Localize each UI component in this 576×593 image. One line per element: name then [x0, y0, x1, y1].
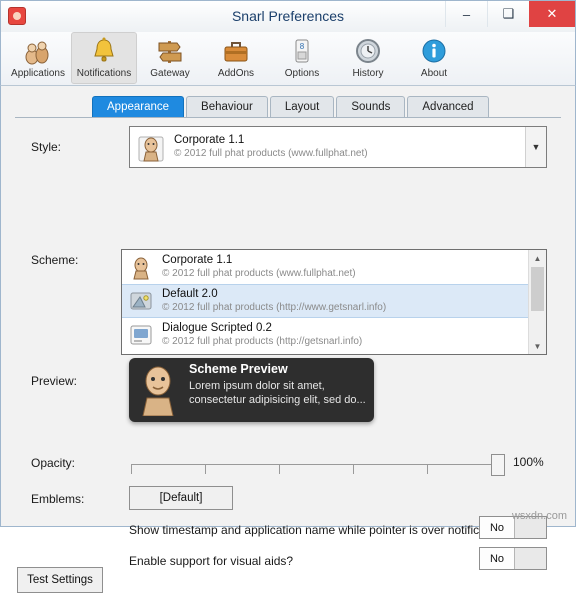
- emblems-label: Emblems:: [31, 492, 85, 506]
- dropdown-item-detail: © 2012 full phat products (http://www.ge…: [162, 302, 387, 313]
- preferences-body: Appearance Behaviour Layout Sounds Advan…: [0, 86, 576, 593]
- tab-strip: Appearance Behaviour Layout Sounds Advan…: [15, 96, 561, 118]
- scheme-label: Scheme:: [31, 253, 79, 267]
- dropdown-item-detail: © 2012 full phat products (http://getsna…: [162, 336, 363, 347]
- preview-title: Scheme Preview: [189, 362, 288, 376]
- toolbar-item-applications[interactable]: Applications: [5, 32, 71, 84]
- tab-sounds[interactable]: Sounds: [336, 96, 406, 117]
- tab-layout[interactable]: Layout: [269, 96, 335, 117]
- title-bar: Snarl Preferences – ❑ ✕: [0, 0, 576, 32]
- svg-text:8: 8: [300, 42, 305, 51]
- toolbox-icon: [221, 36, 251, 66]
- clock-icon: [353, 36, 383, 66]
- dialogue-thumbnail-icon: [128, 322, 154, 348]
- toolbar-label: Applications: [11, 68, 65, 79]
- dropdown-item-detail: © 2012 full phat products (www.fullphat.…: [162, 268, 356, 279]
- dropdown-item-text: Default 2.0 © 2012 full phat products (h…: [162, 288, 386, 314]
- opacity-slider[interactable]: [131, 454, 505, 476]
- style-selected-item: Corporate 1.1 © 2012 full phat products …: [130, 126, 368, 168]
- main-toolbar: Applications Notifications Gateway AddOn…: [0, 32, 576, 86]
- scheme-dropdown-items: Corporate 1.1 © 2012 full phat products …: [122, 250, 529, 354]
- emblems-default-button[interactable]: [Default]: [129, 486, 233, 510]
- tab-appearance[interactable]: Appearance: [92, 96, 185, 117]
- slider-handle[interactable]: [491, 454, 505, 476]
- style-combobox[interactable]: Corporate 1.1 © 2012 full phat products …: [129, 126, 547, 168]
- toolbar-item-notifications[interactable]: Notifications: [71, 32, 137, 84]
- visual-aids-question-label: Enable support for visual aids?: [129, 554, 294, 568]
- toolbar-label: History: [352, 68, 384, 79]
- opacity-value: 100%: [513, 455, 544, 469]
- toolbar-item-gateway[interactable]: Gateway: [137, 32, 203, 84]
- toolbar-label: AddOns: [217, 68, 255, 79]
- toolbar-label: Notifications: [76, 68, 132, 79]
- dropdown-item-text: Dialogue Scripted 0.2 © 2012 full phat p…: [162, 322, 362, 348]
- toolbar-item-about[interactable]: About: [401, 32, 467, 84]
- scroll-up-icon[interactable]: ▲: [529, 250, 546, 266]
- window-controls: – ❑ ✕: [445, 1, 575, 33]
- opacity-label: Opacity:: [31, 456, 76, 470]
- visual-aids-toggle-value: No: [480, 548, 515, 569]
- dropdown-scrollbar[interactable]: ▲ ▼: [528, 250, 546, 354]
- toolbar-label: Options: [284, 68, 320, 79]
- snarl-preferences-window: Snarl Preferences – ❑ ✕ Applications Not…: [0, 0, 576, 593]
- toolbar-label: About: [420, 68, 448, 79]
- tab-behaviour[interactable]: Behaviour: [186, 96, 268, 117]
- preview-label: Preview:: [31, 374, 78, 388]
- style-label: Style:: [31, 140, 62, 154]
- slider-tick: [427, 464, 428, 474]
- toolbar-label: Gateway: [150, 68, 190, 79]
- close-button[interactable]: ✕: [529, 1, 575, 27]
- slider-tick: [205, 464, 206, 474]
- maximize-button[interactable]: ❑: [487, 1, 529, 27]
- dropdown-item-name: Dialogue Scripted 0.2: [162, 322, 272, 334]
- style-thumbnail-icon: [136, 131, 166, 163]
- scheme-dropdown-list[interactable]: Corporate 1.1 © 2012 full phat products …: [121, 249, 547, 355]
- visual-aids-toggle[interactable]: No: [479, 547, 547, 570]
- info-icon: [419, 36, 449, 66]
- switch-icon: 8: [287, 36, 317, 66]
- default-thumbnail-icon: [128, 288, 154, 314]
- dropdown-item-corporate[interactable]: Corporate 1.1 © 2012 full phat products …: [122, 250, 529, 284]
- slider-line: [131, 464, 505, 465]
- dropdown-item-dialogue-scripted[interactable]: Dialogue Scripted 0.2 © 2012 full phat p…: [122, 318, 529, 352]
- dropdown-item-default[interactable]: Default 2.0 © 2012 full phat products (h…: [122, 284, 529, 318]
- bell-icon: [89, 36, 119, 66]
- preview-body: Lorem ipsum dolor sit amet, consectetur …: [189, 380, 366, 406]
- slider-tick: [279, 464, 280, 474]
- tab-advanced[interactable]: Advanced: [407, 96, 489, 117]
- slider-tick: [353, 464, 354, 474]
- applications-icon: [23, 36, 53, 66]
- dropdown-item-name: Corporate 1.1: [162, 254, 233, 266]
- timestamp-question-label: Show timestamp and application name whil…: [129, 523, 512, 537]
- minimize-button[interactable]: –: [445, 1, 487, 27]
- style-item-text: Corporate 1.1 © 2012 full phat products …: [174, 134, 368, 160]
- watermark: wsxdn.com: [511, 510, 567, 522]
- dropdown-item-text: Corporate 1.1 © 2012 full phat products …: [162, 254, 356, 280]
- slider-tick: [131, 464, 132, 474]
- toolbar-item-history[interactable]: History: [335, 32, 401, 84]
- corporate-thumbnail-icon: [128, 254, 154, 280]
- dropdown-item-name: Default 2.0: [162, 288, 218, 300]
- preview-avatar: [135, 364, 181, 417]
- scrollbar-thumb[interactable]: [531, 267, 544, 311]
- toolbar-item-options[interactable]: 8 Options: [269, 32, 335, 84]
- scheme-preview: Scheme Preview Lorem ipsum dolor sit ame…: [129, 358, 374, 422]
- timestamp-toggle-value: No: [480, 517, 515, 538]
- toolbar-item-addons[interactable]: AddOns: [203, 32, 269, 84]
- chevron-down-icon[interactable]: ▼: [525, 127, 546, 167]
- signpost-icon: [155, 36, 185, 66]
- style-item-name: Corporate 1.1: [174, 134, 245, 146]
- style-item-detail: © 2012 full phat products (www.fullphat.…: [174, 148, 368, 159]
- test-settings-button[interactable]: Test Settings: [17, 567, 103, 593]
- scroll-down-icon[interactable]: ▼: [529, 338, 546, 354]
